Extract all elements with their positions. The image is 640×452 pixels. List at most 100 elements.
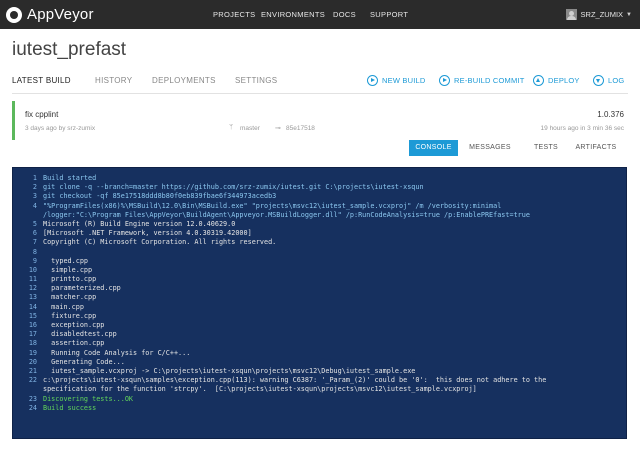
new-build-label: NEW BUILD: [382, 75, 426, 85]
console-line: 24 Build success: [13, 404, 626, 413]
console-line-number: 23: [28, 394, 37, 403]
tab-history[interactable]: HISTORY: [95, 76, 132, 85]
console-line-number: 20: [28, 357, 37, 366]
console-line: 18 assertion.cpp: [13, 339, 626, 348]
console-line-text: iutest_sample.vcxproj -> C:\projects\iut…: [43, 366, 416, 375]
console-line-text: assertion.cpp: [43, 339, 105, 348]
rebuild-commit-label: RE-BUILD COMMIT: [454, 75, 525, 85]
appveyor-logo[interactable]: AppVeyor: [6, 4, 94, 25]
console-line: 8: [13, 248, 626, 257]
divider: [12, 93, 628, 94]
console-line: 4 "%ProgramFiles(x86)%\MSBuild\12.0\Bin\M…: [13, 202, 626, 211]
console-line-text: [Microsoft .NET Framework, version 4.0.3…: [43, 229, 252, 238]
console-output[interactable]: 1 Build started 2 git clone -q --branch=mas…: [12, 167, 627, 439]
console-line-text: parameterized.cpp: [43, 284, 121, 293]
console-line-number: [13, 211, 43, 220]
tab-deployments[interactable]: DEPLOYMENTS: [152, 76, 216, 85]
commit-message[interactable]: fix cpplint: [25, 110, 58, 119]
console-line: 5 Microsoft (R) Build Engine version 12.0…: [13, 220, 626, 229]
console-line-number: 15: [28, 311, 37, 320]
console-line: 6 [Microsoft .NET Framework, version 4.0.…: [13, 229, 626, 238]
appveyor-logo-icon: [6, 6, 22, 23]
avatar: [565, 9, 577, 20]
console-line-text: simple.cpp: [43, 265, 93, 274]
tab-artifacts[interactable]: ARTIFACTS: [571, 140, 621, 156]
tab-settings[interactable]: SETTINGS: [235, 76, 277, 85]
console-line: 7 Copyright (C) Microsoft Corporation. Al…: [13, 238, 626, 247]
console-line-text: Build started: [43, 174, 97, 182]
console-line-number: 13: [28, 293, 37, 302]
console-line-number: 1: [32, 174, 37, 182]
user-name: SRZ_ZUMIX: [580, 10, 624, 19]
nav-docs-link[interactable]: DOCS: [333, 0, 356, 29]
console-line: 22 c:\projects\iutest-xsqun\samples\excep…: [13, 376, 626, 385]
commit-id[interactable]: 85e17518: [286, 125, 315, 132]
console-line: 2 git clone -q --branch=master https://gi…: [13, 183, 626, 192]
build-status-indicator: [12, 101, 15, 140]
console-line-text: Copyright (C) Microsoft Corporation. All…: [43, 238, 277, 247]
console-line-number: 24: [28, 403, 37, 412]
console-line-number: 17: [28, 330, 37, 339]
nav-environments-link[interactable]: ENVIRONMENTS: [261, 0, 325, 29]
log-button[interactable]: LOG: [593, 73, 624, 87]
console-line-text: Generating Code...: [43, 357, 125, 366]
user-menu[interactable]: SRZ_ZUMIX ▼: [565, 0, 632, 29]
console-line-text: c:\projects\iutest-xsqun\samples\excepti…: [43, 376, 547, 385]
console-line: 15 fixture.cpp: [13, 312, 626, 321]
tab-messages[interactable]: MESSAGES: [465, 140, 515, 156]
console-line: 11 printto.cpp: [13, 275, 626, 284]
console-line: 17 disabledtest.cpp: [13, 330, 626, 339]
console-line: /logger:"C:\Program Files\AppVeyor\Build…: [13, 211, 626, 220]
nav-support-link[interactable]: SUPPORT: [370, 0, 408, 29]
new-build-button[interactable]: NEW BUILD: [367, 73, 425, 87]
console-line: 14 main.cpp: [13, 303, 626, 312]
build-version: 1.0.376: [597, 110, 624, 119]
console-line-text: fixture.cpp: [43, 311, 97, 320]
branch-name[interactable]: master: [240, 125, 260, 132]
rebuild-commit-button[interactable]: RE-BUILD COMMIT: [439, 73, 525, 87]
tab-console[interactable]: CONSOLE: [409, 140, 458, 156]
commit-icon: ⊸: [275, 125, 281, 132]
console-line-number: 7: [32, 238, 37, 247]
console-line-number: 22: [28, 376, 37, 385]
upload-icon: [533, 74, 544, 86]
console-line-text: git checkout -qf 85e17518ddd8b80f0eb839f…: [43, 192, 277, 201]
console-line-number: 12: [28, 284, 37, 293]
console-line-number: [13, 385, 43, 394]
console-line-number: 10: [28, 265, 37, 274]
console-line: 20 Generating Code...: [13, 358, 626, 367]
console-line-text: Microsoft (R) Build Engine version 12.0.…: [43, 219, 236, 228]
console-line-text: Discovering tests...OK: [43, 394, 134, 403]
console-line: 9 typed.cpp: [13, 257, 626, 266]
console-line-number: 9: [32, 256, 37, 265]
console-line-text: Running Code Analysis for C/C++...: [43, 348, 191, 357]
console-line-number: 8: [32, 247, 37, 256]
console-line: 10 simple.cpp: [13, 266, 626, 275]
console-line-number: 14: [28, 302, 37, 311]
console-line-number: 21: [28, 366, 37, 375]
console-line-text: "%ProgramFiles(x86)%\MSBuild\12.0\Bin\MS…: [43, 201, 502, 210]
console-line-text: disabledtest.cpp: [43, 330, 117, 339]
play-icon: [439, 74, 450, 86]
commit-author-time: 3 days ago by srz-zumix: [25, 125, 96, 132]
console-line-number: 18: [28, 339, 37, 348]
console-line-text: /logger:"C:\Program Files\AppVeyor\Build…: [43, 210, 530, 219]
console-line: 21 iutest_sample.vcxproj -> C:\projects\…: [13, 367, 626, 376]
console-line-number: 19: [28, 348, 37, 357]
page-title: iutest_prefast: [12, 39, 127, 60]
console-line-number: 5: [32, 219, 37, 228]
branch-icon: ᛘ: [229, 124, 234, 131]
console-line: 12 parameterized.cpp: [13, 284, 626, 293]
tab-latest-build[interactable]: LATEST BUILD: [12, 76, 71, 85]
nav-projects-link[interactable]: PROJECTS: [213, 0, 255, 29]
deploy-button[interactable]: DEPLOY: [533, 73, 580, 87]
console-line-text: main.cpp: [43, 302, 84, 311]
top-navigation-bar: AppVeyor PROJECTS ENVIRONMENTS DOCS SUPP…: [0, 0, 640, 29]
console-line: 23 Discovering tests...OK: [13, 395, 626, 404]
tab-tests[interactable]: TESTS: [524, 140, 568, 156]
console-line: 13 matcher.cpp: [13, 293, 626, 302]
play-icon: [367, 74, 378, 86]
build-time-info: 19 hours ago in 3 min 36 sec: [540, 125, 624, 132]
console-line: specification for the function 'strcpy'.…: [13, 385, 626, 394]
console-line-text: specification for the function 'strcpy'.…: [43, 385, 477, 394]
